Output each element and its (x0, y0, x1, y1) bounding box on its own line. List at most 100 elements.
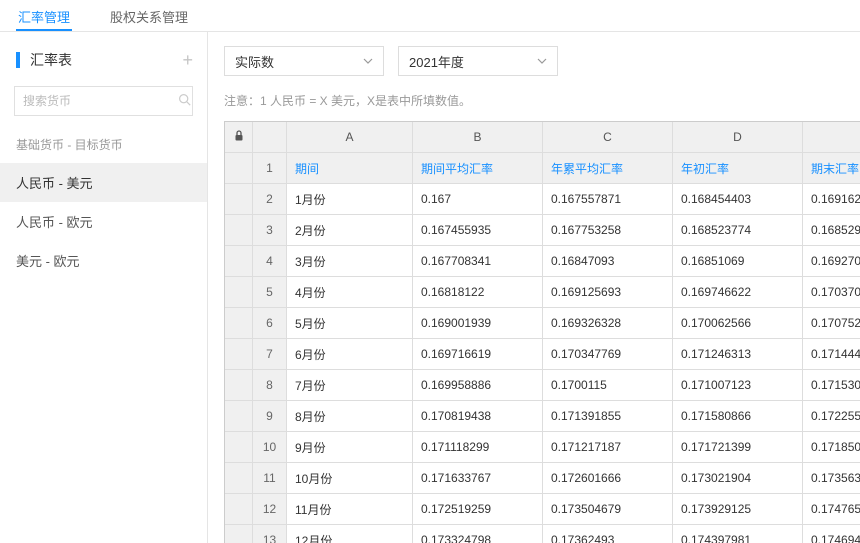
select-value-type[interactable]: 实际数 (224, 46, 384, 76)
cell-period-avg[interactable]: 0.167708341 (413, 246, 543, 276)
cell-period[interactable]: 1月份 (287, 184, 413, 214)
cell-year-start[interactable]: 0.171721399 (673, 432, 803, 462)
cell-period-end[interactable]: 0.171850842 (803, 432, 860, 462)
cell-period[interactable]: 7月份 (287, 370, 413, 400)
row-index: 4 (253, 246, 287, 276)
cell-period-end[interactable]: 0.174765459 (803, 494, 860, 524)
cell-period-avg[interactable]: 0.167455935 (413, 215, 543, 245)
cell-period-avg[interactable]: 0.171118299 (413, 432, 543, 462)
search-icon[interactable] (178, 93, 191, 109)
cell-period[interactable]: 10月份 (287, 463, 413, 493)
header-period-end[interactable]: 期末汇率 (803, 153, 860, 183)
cell-period-end[interactable]: 0.170370258 (803, 277, 860, 307)
cell-period[interactable]: 5月份 (287, 308, 413, 338)
table-row: 21月份0.1670.1675578710.1684544030.1691622… (225, 184, 860, 215)
search-box[interactable] (14, 86, 193, 116)
cell-period[interactable]: 8月份 (287, 401, 413, 431)
cell-period-end[interactable]: 0.170752164 (803, 308, 860, 338)
cell-cum-avg[interactable]: 0.169326328 (543, 308, 673, 338)
cell-cum-avg[interactable]: 0.172601666 (543, 463, 673, 493)
cell-year-start[interactable]: 0.171246313 (673, 339, 803, 369)
cell-year-start[interactable]: 0.173929125 (673, 494, 803, 524)
cell-year-start[interactable]: 0.171580866 (673, 401, 803, 431)
cell-cum-avg[interactable]: 0.167557871 (543, 184, 673, 214)
search-input[interactable] (23, 94, 178, 108)
plus-icon[interactable]: + (182, 51, 193, 69)
grid-col-letters: A B C D E (225, 122, 860, 153)
cell-period-end[interactable]: 0.171444219 (803, 339, 860, 369)
cell-year-start[interactable]: 0.16851069 (673, 246, 803, 276)
select-value-type-label: 实际数 (235, 52, 274, 71)
table-row: 98月份0.1708194380.1713918550.1715808660.1… (225, 401, 860, 432)
sidebar-item-rmb-eur[interactable]: 人民币 - 欧元 (0, 202, 207, 241)
cell-period-avg[interactable]: 0.16818122 (413, 277, 543, 307)
cell-cum-avg[interactable]: 0.167753258 (543, 215, 673, 245)
table-row: 109月份0.1711182990.1712171870.1717213990.… (225, 432, 860, 463)
col-letter-A[interactable]: A (287, 122, 413, 152)
cell-cum-avg[interactable]: 0.1700115 (543, 370, 673, 400)
cell-period-avg[interactable]: 0.167 (413, 184, 543, 214)
cell-period[interactable]: 11月份 (287, 494, 413, 524)
col-letter-D[interactable]: D (673, 122, 803, 152)
cell-period-avg[interactable]: 0.173324798 (413, 525, 543, 543)
cell-cum-avg[interactable]: 0.16847093 (543, 246, 673, 276)
row-index: 7 (253, 339, 287, 369)
col-letter-E[interactable]: E (803, 122, 860, 152)
cell-period[interactable]: 2月份 (287, 215, 413, 245)
cell-cum-avg[interactable]: 0.171391855 (543, 401, 673, 431)
grid-header-row: 1 期间 期间平均汇率 年累平均汇率 年初汇率 期末汇率 (225, 153, 860, 184)
cell-year-start[interactable]: 0.174397981 (673, 525, 803, 543)
col-letter-B[interactable]: B (413, 122, 543, 152)
sidebar-item-rmb-usd[interactable]: 人民币 - 美元 (0, 163, 207, 202)
cell-period-end[interactable]: 0.174694869 (803, 525, 860, 543)
cell-period-avg[interactable]: 0.169958886 (413, 370, 543, 400)
cell-period[interactable]: 6月份 (287, 339, 413, 369)
cell-cum-avg[interactable]: 0.169125693 (543, 277, 673, 307)
cell-period-avg[interactable]: 0.169716619 (413, 339, 543, 369)
header-year-start[interactable]: 年初汇率 (673, 153, 803, 183)
table-row: 32月份0.1674559350.1677532580.1685237740.1… (225, 215, 860, 246)
header-period-avg[interactable]: 期间平均汇率 (413, 153, 543, 183)
cell-period-end[interactable]: 0.169162272 (803, 184, 860, 214)
cell-period-end[interactable]: 0.171530856 (803, 370, 860, 400)
select-year[interactable]: 2021年度 (398, 46, 558, 76)
section-title: 汇率表 (16, 50, 72, 70)
cell-period[interactable]: 4月份 (287, 277, 413, 307)
row-index: 2 (253, 184, 287, 214)
header-period[interactable]: 期间 (287, 153, 413, 183)
col-letter-C[interactable]: C (543, 122, 673, 152)
cell-year-start[interactable]: 0.171007123 (673, 370, 803, 400)
table-row: 1110月份0.1716337670.1726016660.1730219040… (225, 463, 860, 494)
cell-year-start[interactable]: 0.168454403 (673, 184, 803, 214)
cell-year-start[interactable]: 0.173021904 (673, 463, 803, 493)
cell-year-start[interactable]: 0.168523774 (673, 215, 803, 245)
cell-period-end[interactable]: 0.169270552 (803, 246, 860, 276)
row-index: 9 (253, 401, 287, 431)
cell-period-end[interactable]: 0.168529629 (803, 215, 860, 245)
row-index: 3 (253, 215, 287, 245)
table-row: 1312月份0.1733247980.173624930.1743979810.… (225, 525, 860, 543)
cell-period-end[interactable]: 0.173563047 (803, 463, 860, 493)
cell-period-avg[interactable]: 0.171633767 (413, 463, 543, 493)
cell-period[interactable]: 12月份 (287, 525, 413, 543)
cell-period-avg[interactable]: 0.169001939 (413, 308, 543, 338)
table-row: 43月份0.1677083410.168470930.168510690.169… (225, 246, 860, 277)
cell-cum-avg[interactable]: 0.171217187 (543, 432, 673, 462)
cell-period[interactable]: 3月份 (287, 246, 413, 276)
cell-year-start[interactable]: 0.170062566 (673, 308, 803, 338)
cell-year-start[interactable]: 0.169746622 (673, 277, 803, 307)
note-text: 注意：1 人民币 = X 美元，X是表中所填数值。 (224, 92, 860, 109)
cell-period[interactable]: 9月份 (287, 432, 413, 462)
table-row: 76月份0.1697166190.1703477690.1712463130.1… (225, 339, 860, 370)
cell-period-avg[interactable]: 0.172519259 (413, 494, 543, 524)
cell-cum-avg[interactable]: 0.17362493 (543, 525, 673, 543)
header-cum-avg[interactable]: 年累平均汇率 (543, 153, 673, 183)
tab-equity-relation[interactable]: 股权关系管理 (108, 0, 190, 31)
cell-cum-avg[interactable]: 0.170347769 (543, 339, 673, 369)
tab-exchange-rate[interactable]: 汇率管理 (16, 0, 72, 31)
cell-cum-avg[interactable]: 0.173504679 (543, 494, 673, 524)
row-index: 10 (253, 432, 287, 462)
sidebar-item-usd-eur[interactable]: 美元 - 欧元 (0, 241, 207, 280)
cell-period-avg[interactable]: 0.170819438 (413, 401, 543, 431)
cell-period-end[interactable]: 0.172255648 (803, 401, 860, 431)
